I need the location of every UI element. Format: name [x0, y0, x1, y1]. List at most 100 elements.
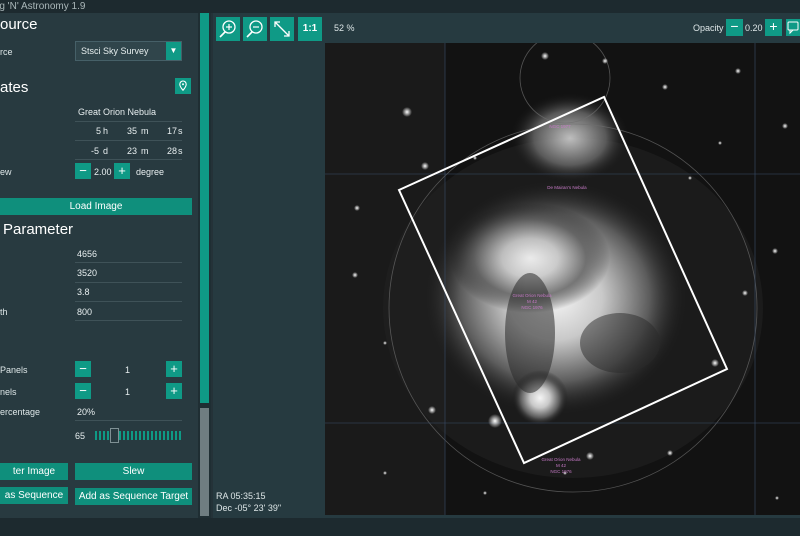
nebula-annotation: Great Orion Nebula	[512, 293, 552, 298]
overlap-label: ercentage	[0, 407, 41, 417]
left-panel-scrollbar[interactable]	[198, 13, 211, 518]
opacity-label: Opacity	[693, 23, 724, 33]
add-as-sequence-button[interactable]: as Sequence	[0, 487, 68, 504]
source-section-title: ource	[0, 16, 38, 33]
opacity-increase-button[interactable]: +	[765, 19, 782, 36]
pixel-size[interactable]: 3.8	[77, 287, 90, 297]
rotation-value: 65	[75, 431, 86, 441]
m42-annotation-lower: M 42	[556, 463, 567, 468]
fov-increase-button[interactable]: +	[114, 163, 130, 179]
dec-readout: Dec -05° 23' 39"	[216, 503, 282, 513]
chevron-down-icon[interactable]: ▼	[166, 42, 181, 60]
rotation-slider-thumb[interactable]	[110, 428, 119, 443]
slider-tick	[167, 431, 169, 440]
slider-tick	[143, 431, 145, 440]
slew-button[interactable]: Slew	[75, 463, 192, 480]
status-bar	[0, 518, 800, 536]
pixel-size-field	[75, 283, 182, 302]
dec-seconds[interactable]: 28	[167, 146, 177, 156]
dec-minutes[interactable]: 23	[127, 146, 137, 156]
ngc1976-annotation: NGC 1976	[521, 305, 543, 310]
window-title: ging 'N' Astronomy 1.9	[0, 1, 86, 12]
coordinates-section-title: ates	[0, 79, 29, 96]
sky-image[interactable]: De Mairan's Nebula NGC 1977 Great Orion …	[325, 43, 800, 515]
fov-unit: degree	[136, 167, 165, 177]
source-selected-value: Stsci Sky Survey	[81, 46, 149, 56]
cursor-coordinates: RA 05:35:15 Dec -05° 23' 39"	[216, 490, 281, 514]
slider-tick	[107, 431, 109, 440]
zoom-level: 52 %	[334, 23, 355, 33]
slider-tick	[131, 431, 133, 440]
title-bar: ging 'N' Astronomy 1.9	[0, 0, 800, 13]
slider-tick	[95, 431, 97, 440]
slider-tick	[179, 431, 181, 440]
camera-height[interactable]: 3520	[77, 268, 97, 278]
zoom-out-icon	[246, 20, 263, 38]
left-panel: ource rce Stsci Sky Survey ▼ ates Great …	[0, 13, 198, 518]
image-viewer: 1:1 52 % Opacity − 0.20 + De Mairan's Ne…	[213, 13, 800, 518]
h-panels-increase-button[interactable]: +	[166, 361, 182, 377]
v-panels-value[interactable]: 1	[125, 387, 130, 397]
slider-tick	[135, 431, 137, 440]
fov-decrease-button[interactable]: −	[75, 163, 91, 179]
ra-minutes[interactable]: 35	[127, 126, 137, 136]
source-select[interactable]: Stsci Sky Survey ▼	[75, 41, 182, 61]
zoom-in-icon	[219, 20, 236, 38]
ngc1976-annotation-lower: NGC 1976	[550, 469, 572, 474]
expand-arrows-icon	[274, 21, 290, 37]
opacity-value: 0.20	[745, 23, 763, 33]
slider-tick	[147, 431, 149, 440]
zoom-out-button[interactable]	[243, 17, 267, 41]
h-panels-decrease-button[interactable]: −	[75, 361, 91, 377]
scrollbar-thumb[interactable]	[200, 13, 209, 403]
fov-value[interactable]: 2.00	[94, 167, 112, 177]
focal-length-label: th	[0, 307, 8, 317]
dec-seconds-unit: s	[178, 146, 183, 156]
running-man-annotation: De Mairan's Nebula	[547, 185, 587, 190]
ra-readout: RA 05:35:15	[216, 491, 266, 501]
slider-tick	[159, 431, 161, 440]
rotation-slider[interactable]	[95, 431, 181, 440]
slider-tick	[139, 431, 141, 440]
opacity-decrease-button[interactable]: −	[726, 19, 743, 36]
load-image-button[interactable]: Load Image	[0, 198, 192, 215]
slider-tick	[119, 431, 121, 440]
filter-image-button[interactable]: ter Image	[0, 463, 68, 480]
h-panels-label: Panels	[0, 365, 28, 375]
v-panels-decrease-button[interactable]: −	[75, 383, 91, 399]
ra-seconds[interactable]: 17	[167, 126, 177, 136]
slider-tick	[175, 431, 177, 440]
annotation-toggle-button[interactable]	[786, 19, 800, 36]
slider-tick	[171, 431, 173, 440]
ra-seconds-unit: s	[178, 126, 183, 136]
nebula-annotation-lower: Great Orion Nebula	[541, 457, 581, 462]
fit-to-window-button[interactable]	[270, 17, 294, 41]
camera-section-title: Parameter	[3, 221, 74, 238]
ngc1977-annotation: NGC 1977	[549, 124, 571, 129]
zoom-in-button[interactable]	[216, 17, 240, 41]
sky-image-canvas: De Mairan's Nebula NGC 1977 Great Orion …	[325, 43, 800, 515]
overlap-value[interactable]: 20%	[77, 407, 95, 417]
dec-degrees-unit: d	[103, 146, 109, 156]
slider-tick	[163, 431, 165, 440]
dec-minutes-unit: m	[141, 146, 149, 156]
slider-tick	[155, 431, 157, 440]
comment-icon	[787, 21, 799, 35]
v-panels-increase-button[interactable]: +	[166, 383, 182, 399]
dec-degrees[interactable]: -5	[91, 146, 99, 156]
fov-label: ew	[0, 167, 12, 177]
focal-length[interactable]: 800	[77, 307, 92, 317]
location-pin-button[interactable]	[175, 78, 191, 94]
camera-width[interactable]: 4656	[77, 249, 97, 259]
one-to-one-button[interactable]: 1:1	[298, 17, 322, 41]
v-panels-label: nels	[0, 387, 17, 397]
h-panels-value[interactable]: 1	[125, 365, 130, 375]
scrollbar-lower-track[interactable]	[200, 408, 209, 516]
slider-tick	[127, 431, 129, 440]
add-as-sequence-target-button[interactable]: Add as Sequence Target	[75, 488, 192, 505]
slider-tick	[99, 431, 101, 440]
ra-hours[interactable]: 5	[96, 126, 101, 136]
source-label: rce	[0, 47, 13, 57]
slider-tick	[123, 431, 125, 440]
m42-annotation: M 42	[527, 299, 538, 304]
